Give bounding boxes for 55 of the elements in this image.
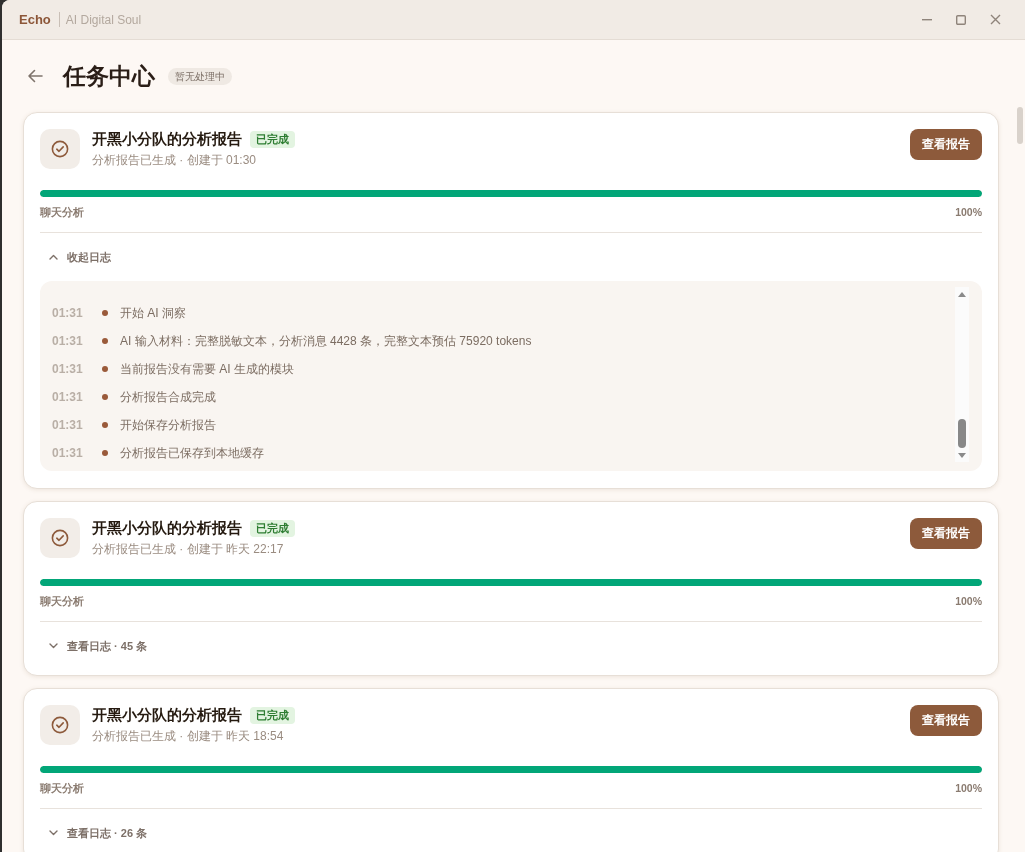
maximize-icon [956,14,966,25]
task-title: 开黑小分队的分析报告 [92,129,242,149]
task-subtitle: 分析报告已生成 · 创建于 01:30 [92,153,258,168]
task-subtitle: 分析报告已生成 · 创建于 昨天 18:54 [92,729,285,744]
bullet-icon [102,338,108,344]
minimize-icon [922,18,932,21]
bullet-icon [102,366,108,372]
progress-label: 聊天分析 [40,205,84,219]
log-time: 01:31 [52,418,84,432]
scroll-down-icon[interactable] [958,453,966,458]
bullet-icon [102,310,108,316]
chevron-up-icon [49,254,58,260]
progress-percent: 100% [955,781,982,795]
app-name: Echo [19,12,51,27]
log-time: 01:31 [52,334,84,348]
log-message: 分析报告合成完成 [120,388,216,406]
view-report-button[interactable]: 查看报告 [910,129,982,160]
log-time: 01:31 [52,306,84,320]
task-subtitle: 分析报告已生成 · 创建于 昨天 22:17 [92,542,285,557]
view-report-button[interactable]: 查看报告 [910,705,982,736]
progress-label: 聊天分析 [40,781,84,795]
progress-label: 聊天分析 [40,594,84,608]
log-message: 开始保存分析报告 [120,416,216,434]
status-badge: 已完成 [250,130,295,148]
status-badge: 已完成 [250,519,295,537]
log-time: 01:31 [52,446,84,460]
log-message: AI 输入材料：完整脱敏文本，分析消息 4428 条，完整文本预估 75920 tokens [120,332,532,350]
scrollbar-track[interactable] [955,287,969,462]
log-toggle[interactable]: 查看日志 · 26 条 [40,821,148,845]
status-badge: 暂无处理中 [168,67,232,85]
log-message: 分析报告已保存到本地缓存 [120,444,264,462]
log-toggle[interactable]: 收起日志 [40,245,111,269]
page-title: 任务中心 [63,61,155,91]
scrollbar-thumb[interactable] [958,419,966,448]
bullet-icon [102,422,108,428]
task-title: 开黑小分队的分析报告 [92,518,242,538]
log-message: 当前报告没有需要 AI 生成的模块 [120,360,294,378]
arrow-left-icon [27,69,43,83]
log-message: 开始 AI 洞察 [120,304,186,322]
status-badge: 已完成 [250,706,295,724]
log-time: 01:31 [52,390,84,404]
log-toggle[interactable]: 查看日志 · 45 条 [40,634,148,658]
task-title: 开黑小分队的分析报告 [92,705,242,725]
chevron-down-icon [49,830,58,836]
bullet-icon [102,394,108,400]
view-report-button[interactable]: 查看报告 [910,518,982,549]
scroll-up-icon[interactable] [958,292,966,297]
bullet-icon [102,450,108,456]
app-subtitle: AI Digital Soul [65,12,142,27]
progress-percent: 100% [955,594,982,608]
scrollbar-thumb[interactable] [1017,107,1023,144]
chevron-down-icon [49,643,58,649]
close-icon [989,14,1001,25]
progress-percent: 100% [955,205,982,219]
log-time: 01:31 [52,362,84,376]
